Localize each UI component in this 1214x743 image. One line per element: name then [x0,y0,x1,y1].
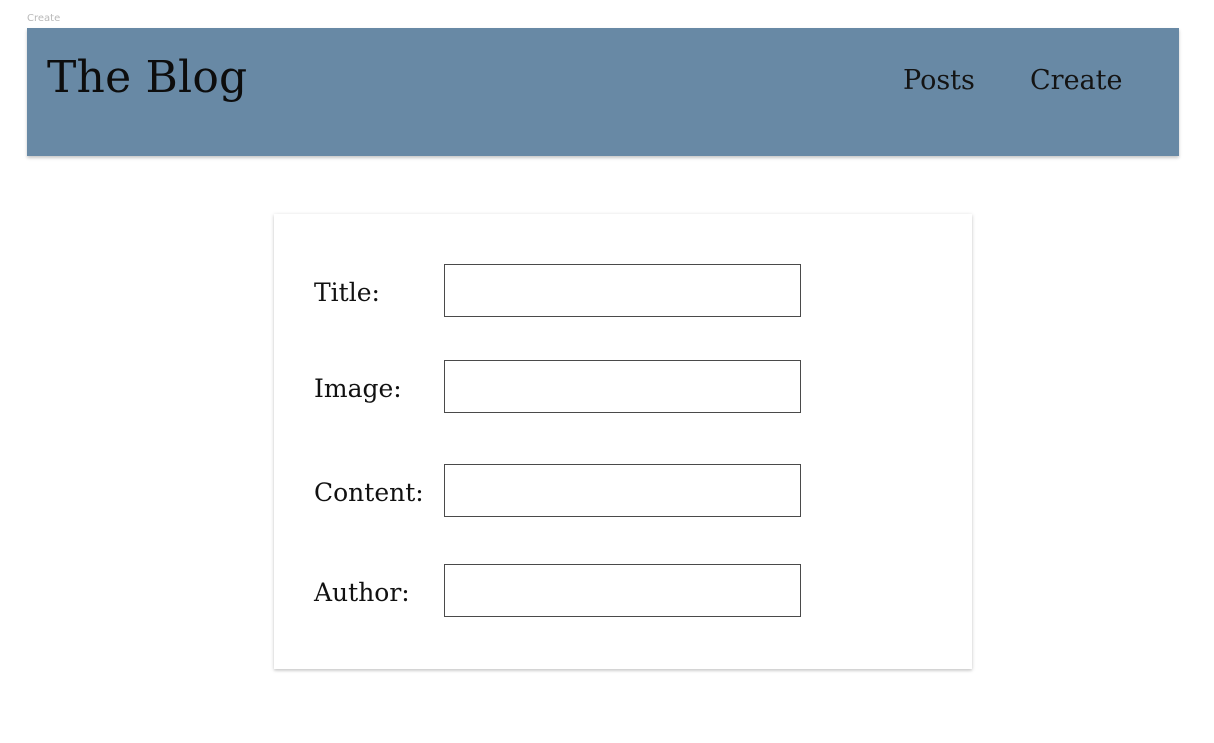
image-input[interactable] [444,360,801,413]
image-label: Image: [314,374,402,403]
content-input[interactable] [444,464,801,517]
create-post-form: Title: Image: Content: Author: [274,214,972,669]
site-header: The Blog Posts Create [27,28,1179,156]
content-label: Content: [314,478,424,507]
title-input[interactable] [444,264,801,317]
author-input[interactable] [444,564,801,617]
frame-label: Create [27,13,61,24]
site-title[interactable]: The Blog [47,50,247,106]
title-label: Title: [314,278,380,307]
nav-link-create[interactable]: Create [1030,64,1122,98]
author-label: Author: [314,578,410,607]
nav-link-posts[interactable]: Posts [903,64,975,98]
